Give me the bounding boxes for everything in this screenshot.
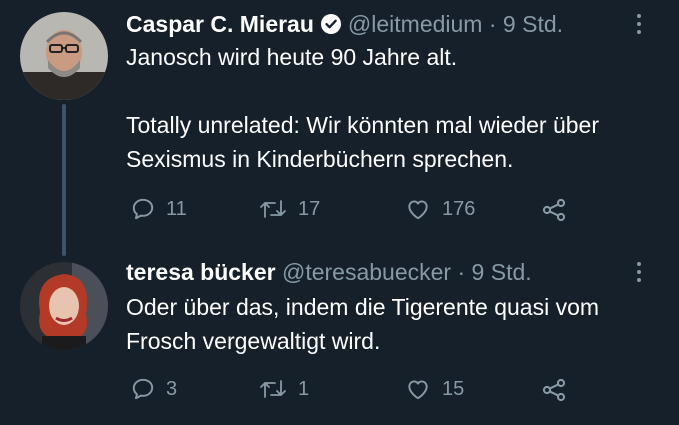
reply-button[interactable]: 3 (130, 376, 177, 402)
retweet-count: 1 (298, 377, 310, 400)
retweet-button[interactable]: 1 (258, 376, 309, 402)
tweet-text: Janosch wird heute 90 Jahre alt. Totally… (126, 40, 656, 176)
tweet-line: Janosch wird heute 90 Jahre alt. (126, 44, 458, 70)
reply-count: 3 (166, 377, 178, 400)
author-handle[interactable]: @leitmedium (348, 11, 483, 37)
reply-button[interactable]: 11 (130, 196, 187, 222)
heart-icon (408, 200, 428, 220)
reply-icon (132, 378, 154, 400)
tweet-header: teresa bücker @teresabuecker · 9 Std. (126, 258, 532, 286)
action-bar: 3 1 15 (126, 376, 586, 406)
more-options-icon[interactable] (627, 10, 651, 38)
separator-dot: · (488, 11, 497, 37)
separator-dot: · (457, 259, 466, 285)
share-button[interactable] (540, 196, 568, 224)
retweet-button[interactable]: 17 (258, 196, 320, 222)
like-count: 15 (442, 377, 465, 400)
heart-icon (408, 380, 428, 400)
tweet-text: Oder über das, indem die Tigerente quasi… (126, 290, 656, 358)
avatar[interactable] (20, 12, 108, 100)
like-button[interactable]: 176 (404, 196, 475, 222)
like-count: 176 (442, 197, 476, 220)
author-name[interactable]: Caspar C. Mierau (126, 11, 314, 37)
tweet-line: Oder über das, indem die Tigerente quasi… (126, 294, 600, 354)
more-options-icon[interactable] (627, 258, 651, 286)
tweet[interactable]: Caspar C. Mierau @leitmedium · 9 Std. Jan… (0, 0, 679, 256)
retweet-icon (260, 380, 286, 398)
avatar[interactable] (20, 262, 108, 350)
share-icon (542, 198, 566, 222)
timestamp[interactable]: 9 Std. (472, 259, 532, 285)
tweet-header: Caspar C. Mierau @leitmedium · 9 Std. (126, 10, 563, 41)
verified-badge-icon (320, 13, 342, 41)
tweet-line-blank (126, 74, 656, 108)
reply-count: 11 (166, 197, 187, 220)
author-handle[interactable]: @teresabuecker (282, 259, 451, 285)
tweet[interactable]: teresa bücker @teresabuecker · 9 Std. Od… (0, 256, 679, 425)
like-button[interactable]: 15 (404, 376, 464, 402)
retweet-count: 17 (298, 197, 321, 220)
action-bar: 11 17 176 (126, 196, 586, 226)
author-name[interactable]: teresa bücker (126, 259, 276, 285)
thread-line (62, 104, 66, 256)
retweet-icon (260, 200, 286, 218)
share-button[interactable] (540, 376, 568, 404)
share-icon (542, 378, 566, 402)
timestamp[interactable]: 9 Std. (503, 11, 563, 37)
tweet-line: Totally unrelated: Wir könnten mal wiede… (126, 112, 600, 172)
reply-icon (132, 198, 154, 220)
